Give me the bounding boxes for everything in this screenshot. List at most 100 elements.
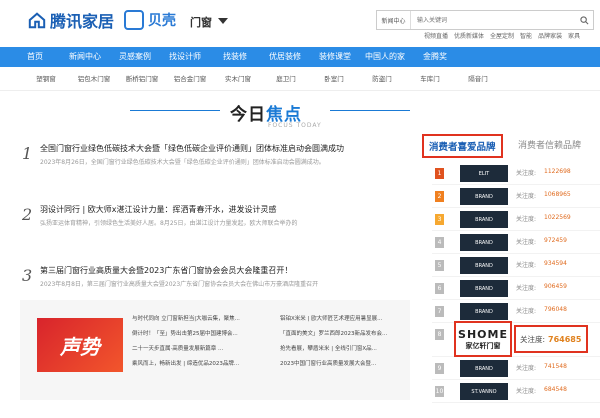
ranking-row[interactable]: 3 BRAND 关注度: 1022569	[432, 208, 600, 231]
site-logo[interactable]: 腾讯家居	[28, 8, 114, 32]
main-nav: 首页 新闻中心 灵感案例 找设计师 找装修 优居装修 装修课堂 中国人的家 金腾…	[0, 47, 600, 67]
quick-link[interactable]: 视频直播	[424, 31, 448, 40]
promo-block: 声势 与时代同向 立门窗新担当|大咖云集，聚焦... 倒计时！「至」势出击第25…	[20, 300, 410, 400]
search-button[interactable]	[575, 11, 593, 29]
article-title[interactable]: 全国门窗行业绿色低碳技术大会暨「绿色低碳企业评价通则」团体标准启动会圆满成功	[40, 142, 410, 156]
brand-logo[interactable]: BRAND	[460, 303, 508, 320]
article-title[interactable]: 第三届门窗行业高质量大会暨2023广东省门窗协会会员大会隆重召开！	[40, 264, 410, 278]
promo-link[interactable]: 乘风而上，畅新出发 | 缔造优品2023品牌...	[132, 357, 272, 372]
article-number: 3	[22, 266, 33, 285]
attention-label: 关注度:	[516, 170, 537, 177]
attention-label: 关注度:	[516, 365, 537, 372]
promo-links-col-2: 铝铂X米米 | 欧大师匠艺术理应用暑显展... 「直面的美文」罗兰西郎2023新…	[280, 312, 405, 372]
promo-link[interactable]: 与时代同向 立门窗新担当|大咖云集，聚焦...	[132, 312, 272, 327]
brand-logo[interactable]: BRAND	[460, 234, 508, 251]
nav-item-chinese-home[interactable]: 中国人的家	[360, 47, 410, 67]
attention-value: 796048	[544, 306, 567, 313]
partner-logo-text: 贝壳	[148, 13, 176, 29]
logo-text: 腾讯家居	[50, 12, 115, 31]
tab-consumer-favorite[interactable]: 消费者喜爱品牌	[422, 134, 503, 158]
subnav-item[interactable]: 塑钢窗	[22, 67, 70, 91]
search-icon	[579, 15, 588, 24]
attention-value: 934594	[544, 260, 567, 267]
subnav-item[interactable]: 铝包木门窗	[70, 67, 118, 91]
nav-item-renovation[interactable]: 找装修	[210, 47, 260, 67]
search-category-select[interactable]: 新闻中心	[377, 11, 411, 29]
promo-link[interactable]: 2023中国门窗行业高质量发展大会暨...	[280, 357, 405, 372]
attention-label: 关注度:	[516, 262, 537, 269]
brand-logo[interactable]: BRAND	[460, 211, 508, 228]
quick-link[interactable]: 智能	[520, 31, 532, 40]
nav-item-class[interactable]: 装修课堂	[310, 47, 360, 67]
rank-number: 5	[435, 260, 444, 271]
quick-link[interactable]: 品牌家装	[538, 31, 562, 40]
article-title[interactable]: 羽设计同行 | 欧大师x湛江设计力量：挥洒青春汗水，进发设计灵感	[40, 203, 410, 217]
ranking-row[interactable]: 10 ST.VANNO 关注度: 684548	[432, 380, 600, 403]
title-divider-left	[130, 110, 220, 111]
promo-link[interactable]: 倒计时！「至」势出击第25届中国建博会...	[132, 327, 272, 342]
attention-value: 1068965	[544, 191, 571, 198]
attention-value: 906459	[544, 283, 567, 290]
search-bar: 新闻中心	[376, 10, 594, 30]
tab-consumer-trusted[interactable]: 消费者信赖品牌	[518, 138, 581, 151]
subnav-item[interactable]: 卧室门	[310, 67, 358, 91]
attention-value: 1022569	[544, 214, 571, 221]
search-input[interactable]	[411, 11, 575, 29]
quick-link[interactable]: 全屋定制	[490, 31, 514, 40]
ranking-row-highlighted[interactable]: 8 SHOME 家亿轩门窗 关注度: 764685	[432, 321, 600, 357]
ranking-row[interactable]: 9 BRAND 关注度: 741548	[432, 357, 600, 380]
nav-item-home[interactable]: 首页	[10, 47, 60, 67]
chevron-down-icon[interactable]	[218, 18, 228, 24]
subnav-item[interactable]: 实木门窗	[214, 67, 262, 91]
channel-label[interactable]: 门窗	[190, 14, 212, 30]
subnav-item[interactable]: 防盗门	[358, 67, 406, 91]
brand-logo-line1: SHOME	[458, 327, 508, 341]
subnav-item[interactable]: 庭卫门	[262, 67, 310, 91]
ranking-row[interactable]: 5 BRAND 关注度: 934594	[432, 254, 600, 277]
nav-item-news[interactable]: 新闻中心	[60, 47, 110, 67]
partner-logo[interactable]: 贝壳	[124, 10, 176, 30]
quick-link[interactable]: 家具	[568, 31, 580, 40]
section-title-plain: 今日	[230, 105, 266, 125]
nav-item-award[interactable]: 金腾奖	[410, 47, 460, 67]
ranking-row[interactable]: 7 BRAND 关注度: 796048	[432, 300, 600, 323]
rank-number: 10	[435, 386, 444, 397]
article-item[interactable]: 2 羽设计同行 | 欧大师x湛江设计力量：挥洒青春汗水，进发设计灵感 弘扬亚运体…	[20, 203, 410, 260]
nav-item-quality-renovation[interactable]: 优居装修	[260, 47, 310, 67]
rank-number: 7	[435, 306, 444, 317]
subnav-item[interactable]: 铝合金门窗	[166, 67, 214, 91]
attention-label: 关注度:	[516, 308, 537, 315]
article-number: 2	[22, 205, 33, 224]
nav-item-designers[interactable]: 找设计师	[160, 47, 210, 67]
quick-link[interactable]: 优质新媒体	[454, 31, 484, 40]
attention-value: 764685	[548, 334, 582, 344]
article-list: 1 全国门窗行业绿色低碳技术大会暨「绿色低碳企业评价通则」团体标准启动会圆满成功…	[20, 138, 410, 321]
ranking-row[interactable]: 2 BRAND 关注度: 1068965	[432, 185, 600, 208]
subnav-item[interactable]: 隔音门	[454, 67, 502, 91]
quick-links: 视频直播 优质新媒体 全屋定制 智能 品牌家装 家具	[424, 31, 580, 40]
search-category-label: 新闻中心	[381, 17, 406, 25]
brand-logo[interactable]: BRAND	[460, 188, 508, 205]
promo-link[interactable]: 二十一天步直属·高质量发展新篇章 ...	[132, 342, 272, 357]
nav-item-inspiration[interactable]: 灵感案例	[110, 47, 160, 67]
brand-logo[interactable]: BRAND	[460, 257, 508, 274]
subnav-item[interactable]: 车库门	[406, 67, 454, 91]
attention-label: 关注度:	[516, 239, 537, 246]
brand-logo[interactable]: ST.VANNO	[460, 383, 508, 400]
promo-link[interactable]: 「直面的美文」罗兰西郎2023新品发布会...	[280, 327, 405, 342]
attention-value: 1122698	[544, 168, 571, 175]
brand-logo[interactable]: ELIT	[460, 165, 508, 182]
attention-label: 关注度:	[516, 193, 537, 200]
ranking-row[interactable]: 6 BRAND 关注度: 906459	[432, 277, 600, 300]
promo-link[interactable]: 抢先看展，攀盾米米 | 全线引门窗X品...	[280, 342, 405, 357]
promo-banner-image[interactable]: 声势	[37, 318, 123, 372]
ranking-row[interactable]: 1 ELIT 关注度: 1122698	[432, 162, 600, 185]
brand-logo[interactable]: BRAND	[460, 280, 508, 297]
brand-logo[interactable]: BRAND	[460, 360, 508, 377]
article-item[interactable]: 1 全国门窗行业绿色低碳技术大会暨「绿色低碳企业评价通则」团体标准启动会圆满成功…	[20, 142, 410, 199]
ranking-row[interactable]: 4 BRAND 关注度: 972459	[432, 231, 600, 254]
subnav-item[interactable]: 断桥铝门窗	[118, 67, 166, 91]
rank-number: 8	[435, 329, 444, 340]
brand-logo-shome[interactable]: SHOME 家亿轩门窗	[454, 321, 512, 357]
promo-link[interactable]: 铝铂X米米 | 欧大师匠艺术理应用暑显展...	[280, 312, 405, 327]
